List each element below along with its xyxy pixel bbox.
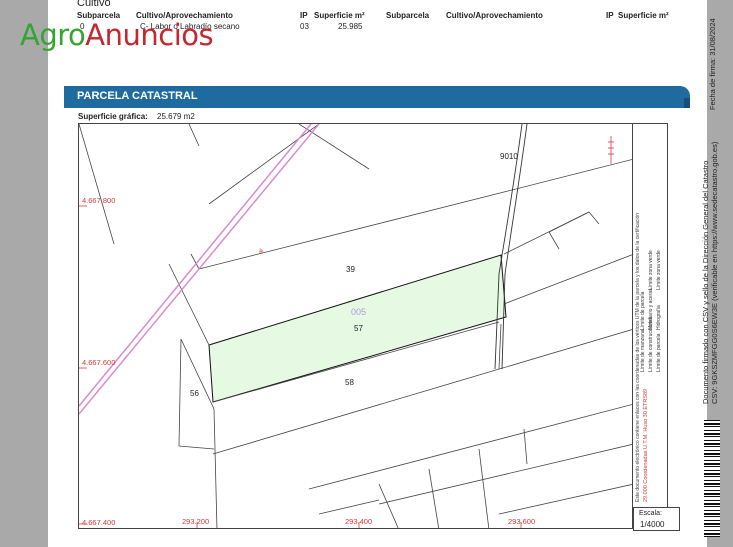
agroanuncios-logo: AgroAnuncios xyxy=(20,18,214,52)
parcel-label-39: 39 xyxy=(346,265,355,274)
north-arrow-icon xyxy=(608,136,614,164)
legend-parcela: Límite de parcela xyxy=(640,291,646,330)
coord-y-4667800: 4.667.800 xyxy=(82,196,116,205)
side-signature-line: Documento firmado con CSV y sello de la … xyxy=(701,160,710,404)
column-header-subparcela-2: Subparcela xyxy=(386,11,430,20)
column-header-cultivo-2: Cultivo/Aprovechamiento xyxy=(446,11,543,20)
section-title: Cultivo xyxy=(77,0,111,9)
column-header-superficie: Superficie m² xyxy=(314,11,365,20)
scale-box: Escala: 1/4000 xyxy=(633,507,680,531)
coord-y-4667600: 4.667.600 xyxy=(82,358,116,367)
section-banner: PARCELA CATASTRAL xyxy=(64,86,690,108)
surface-value: 25.679 m2 xyxy=(157,112,195,121)
banner-title: PARCELA CATASTRAL xyxy=(77,90,198,102)
parcel-label-56: 56 xyxy=(190,389,199,398)
scale-label: Escala: xyxy=(639,510,662,517)
map-legend: Este documento electrónico contiene enla… xyxy=(633,123,668,531)
row-superficie: 25.985 xyxy=(338,22,363,31)
scale-value: 1/4000 xyxy=(640,520,665,529)
legend-col2-parcela: Límite de parcela xyxy=(656,333,662,372)
coord-x-293600: 293.600 xyxy=(508,517,536,526)
barcode xyxy=(704,420,720,537)
parcel-label-57: 57 xyxy=(354,324,363,333)
column-header-ip: IP xyxy=(300,11,308,20)
side-date: Fecha de firma: 31/08/2024 xyxy=(708,18,717,110)
cadastral-map: 4.667.800 4.667.600 4.667.400 293.200 29… xyxy=(78,123,633,529)
legend-mobiliario: Mobiliario y aceras xyxy=(648,288,654,330)
column-header-ip-2: IP xyxy=(606,11,614,20)
legend-zona-verde: Límite zona verde xyxy=(648,250,654,290)
parcel-label-005: 005 xyxy=(351,307,367,317)
legend-hidrografia: Hidrografía xyxy=(656,305,662,330)
surface-label: Superficie gráfica: xyxy=(78,112,148,121)
row-ip: 03 xyxy=(300,22,309,31)
coord-y-4667400: 4.667.400 xyxy=(82,518,116,527)
parcel-label-58: 58 xyxy=(345,378,354,387)
side-csv-line: CSV: 9GKSZMFGG0S6EW3E (verificable en ht… xyxy=(710,141,719,404)
legend-col2-zona-verde: Límite zona verde xyxy=(656,250,662,290)
coord-x-293200: 293.200 xyxy=(182,517,210,526)
legend-coords-note: 29.000 Coordenadas U.T.M. Huso 30 ETRS89 xyxy=(643,388,649,502)
parcel-label-9010: 9010 xyxy=(500,152,518,161)
legend-manzana: Límite de manzana xyxy=(640,329,646,372)
banner-edge xyxy=(684,98,690,108)
column-header-superficie-2: Superficie m² xyxy=(618,11,669,20)
coord-x-293400: 293.400 xyxy=(345,517,373,526)
